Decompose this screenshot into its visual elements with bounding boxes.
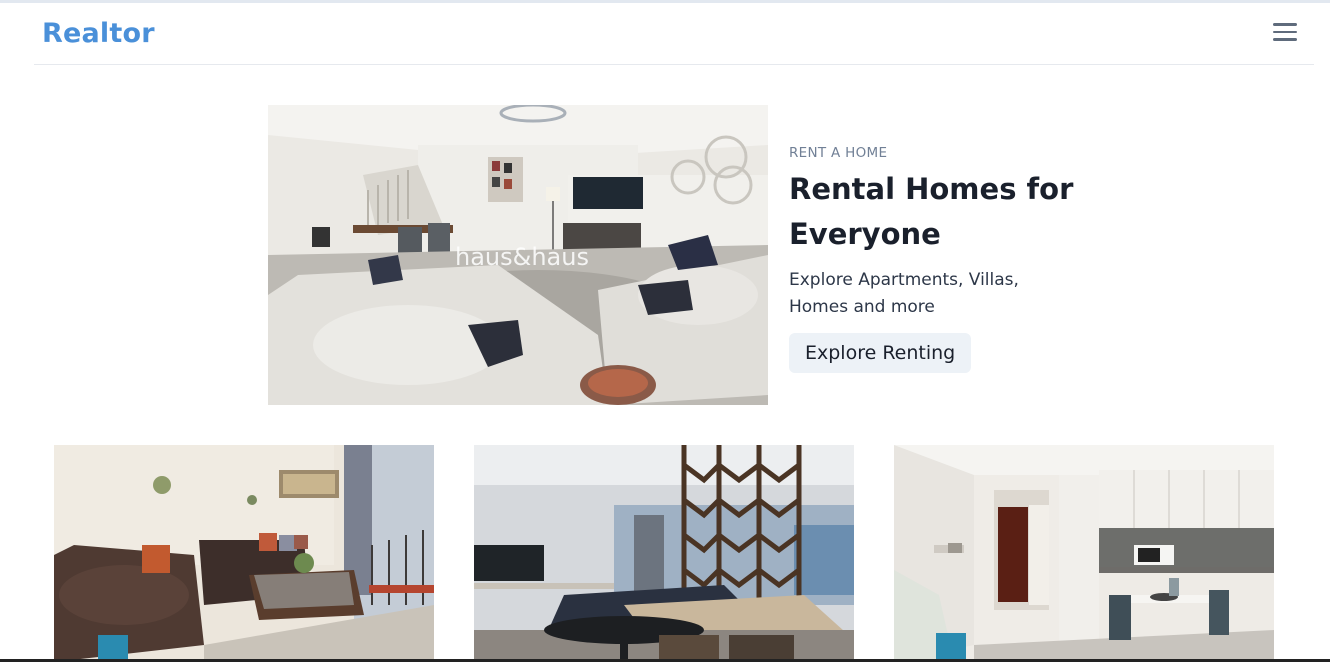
watermark-text: haus&haus <box>455 243 589 271</box>
hamburger-menu-icon[interactable] <box>1273 22 1299 42</box>
hero-title: Rental Homes for Everyone <box>789 167 1089 257</box>
hero-text-block: RENT A HOME Rental Homes for Everyone Ex… <box>789 140 1089 373</box>
listing-card-image-2[interactable] <box>474 445 854 662</box>
listing-card-image-3[interactable] <box>894 445 1274 662</box>
hero-image: haus&haus <box>268 105 768 405</box>
hero-title-line1: Rental Homes for <box>789 172 1074 206</box>
hero-description: Explore Apartments, Villas, Homes and mo… <box>789 270 1019 317</box>
explore-renting-button[interactable]: Explore Renting <box>789 333 972 373</box>
brand-logo[interactable]: Realtor <box>42 18 155 49</box>
hero-title-line2: Everyone <box>789 217 941 251</box>
listing-card-image-1[interactable] <box>54 445 434 662</box>
hero-eyebrow: RENT A HOME <box>789 145 888 161</box>
navbar: Realtor <box>34 3 1314 65</box>
